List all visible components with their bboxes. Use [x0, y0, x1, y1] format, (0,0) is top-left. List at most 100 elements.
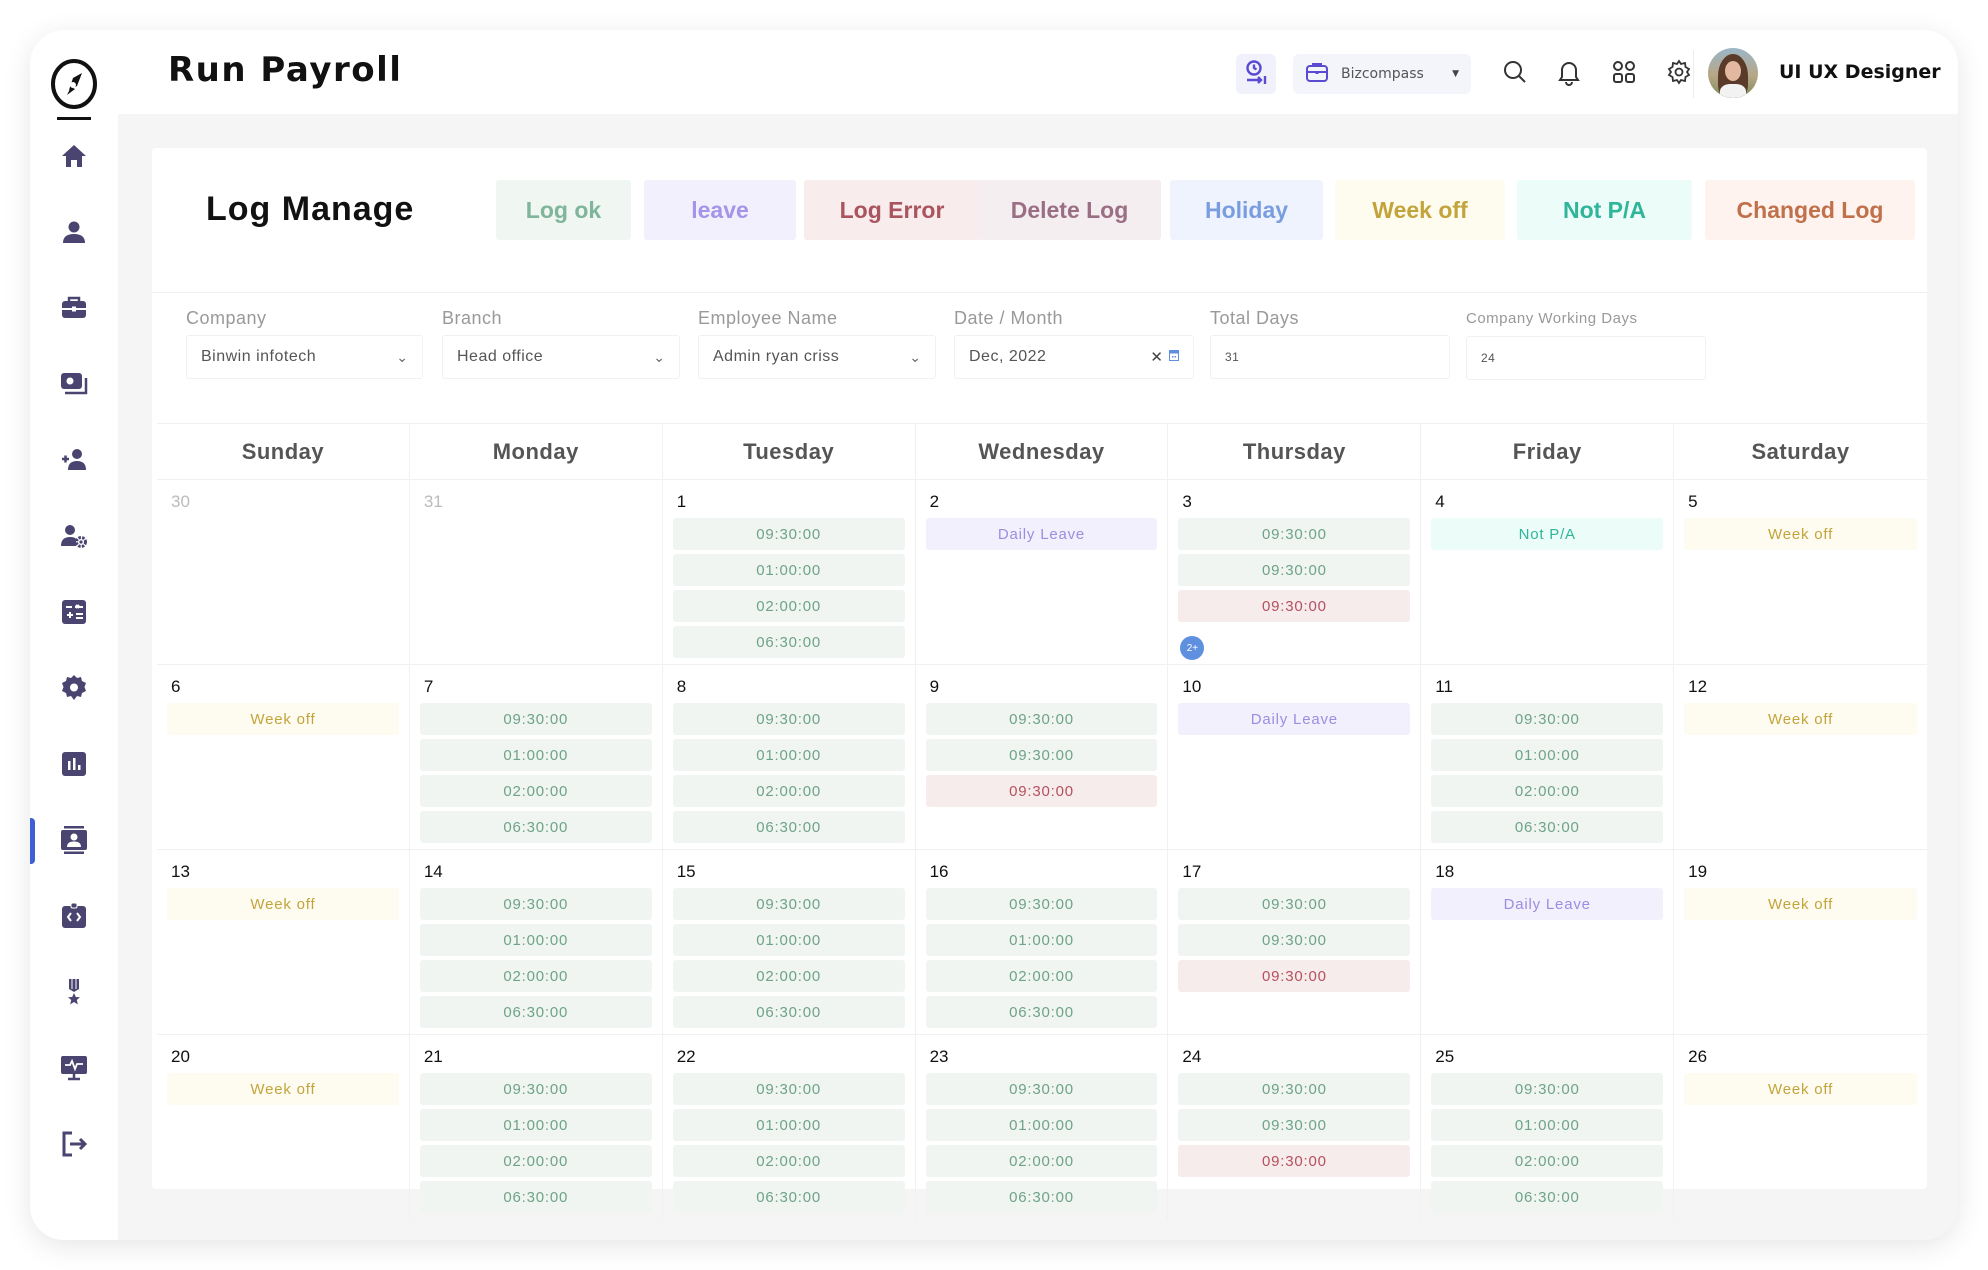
log-entry-ok[interactable]: 01:00:00 — [1431, 739, 1664, 771]
log-entry-ok[interactable]: 02:00:00 — [1431, 775, 1664, 807]
legend-holiday[interactable]: Holiday — [1170, 180, 1323, 240]
log-entry-ok[interactable]: 02:00:00 — [925, 1145, 1158, 1177]
calendar-day-cell[interactable]: 9 09:30:00 09:30:00 09:30:00 — [915, 665, 1169, 850]
sidebar-item-jobs[interactable] — [30, 280, 118, 340]
log-entry-ok[interactable]: 01:00:00 — [925, 924, 1158, 956]
sidebar-item-employee[interactable] — [30, 204, 118, 264]
sidebar-item-monitor[interactable] — [30, 1040, 118, 1100]
legend-log-ok[interactable]: Log ok — [496, 180, 631, 240]
log-entry-ok[interactable]: 02:00:00 — [672, 775, 905, 807]
log-entry-ok[interactable]: 09:30:00 — [925, 703, 1158, 735]
legend-delete-log[interactable]: Delete Log — [978, 180, 1161, 240]
clear-icon[interactable]: ✕ — [1150, 348, 1163, 366]
compass-logo-icon[interactable] — [48, 58, 100, 120]
employee-select[interactable]: Admin ryan criss ⌄ — [698, 335, 936, 379]
calendar-day-cell[interactable]: 2 Daily Leave — [915, 480, 1169, 665]
calendar-day-cell[interactable]: 1 09:30:00 01:00:00 02:00:00 06:30:00 — [662, 480, 916, 665]
legend-week-off[interactable]: Week off — [1335, 180, 1505, 240]
log-entry-ok[interactable]: 01:00:00 — [672, 1109, 905, 1141]
user-name[interactable]: UI UX Designer — [1779, 61, 1941, 83]
calendar-day-cell[interactable]: 17 09:30:00 09:30:00 09:30:00 — [1168, 850, 1422, 1035]
calendar-day-cell[interactable]: 8 09:30:00 01:00:00 02:00:00 06:30:00 — [662, 665, 916, 850]
calendar-icon[interactable] — [1169, 348, 1179, 366]
calendar-day-cell[interactable]: 15 09:30:00 01:00:00 02:00:00 06:30:00 — [662, 850, 916, 1035]
total-days-field[interactable]: 31 — [1210, 335, 1450, 379]
avatar[interactable] — [1708, 48, 1758, 98]
calendar-day-cell[interactable]: 24 09:30:00 09:30:00 09:30:00 — [1168, 1035, 1422, 1220]
legend-changed-log[interactable]: Changed Log — [1705, 180, 1915, 240]
working-days-field[interactable]: 24 — [1466, 336, 1706, 380]
log-entry-ok[interactable]: 02:00:00 — [1431, 1145, 1664, 1177]
log-entry-error[interactable]: 09:30:00 — [1178, 960, 1411, 992]
log-entry-ok[interactable]: 09:30:00 — [419, 888, 652, 920]
legend-log-error[interactable]: Log Error — [804, 180, 980, 240]
log-entry-ok[interactable]: 09:30:00 — [925, 1073, 1158, 1105]
week-off-entry[interactable]: Week off — [1684, 888, 1917, 920]
log-entry-ok[interactable]: 01:00:00 — [925, 1109, 1158, 1141]
log-entry-ok[interactable]: 06:30:00 — [672, 996, 905, 1028]
calendar-day-cell[interactable]: 20 Week off — [157, 1035, 410, 1220]
calendar-day-cell[interactable]: 10 Daily Leave — [1168, 665, 1422, 850]
week-off-entry[interactable]: Week off — [167, 703, 399, 735]
date-picker[interactable]: Dec, 2022 ✕ — [954, 335, 1194, 379]
calendar-day-cell[interactable]: 22 09:30:00 01:00:00 02:00:00 06:30:00 — [663, 1035, 916, 1220]
log-entry-ok[interactable]: 09:30:00 — [1431, 703, 1664, 735]
search-button[interactable] — [1499, 58, 1531, 90]
log-entry-ok[interactable]: 09:30:00 — [672, 1073, 905, 1105]
leave-entry[interactable]: Daily Leave — [925, 518, 1158, 550]
calendar-day-cell[interactable]: 19 Week off — [1674, 850, 1927, 1035]
log-entry-ok[interactable]: 06:30:00 — [672, 811, 905, 843]
not-pa-entry[interactable]: Not P/A — [1431, 518, 1664, 550]
log-entry-ok[interactable]: 09:30:00 — [672, 518, 905, 550]
log-entry-ok[interactable]: 02:00:00 — [672, 590, 905, 622]
log-entry-ok[interactable]: 01:00:00 — [1431, 1109, 1664, 1141]
log-entry-ok[interactable]: 09:30:00 — [925, 739, 1158, 771]
calendar-day-cell[interactable]: 31 — [409, 480, 663, 665]
log-entry-ok[interactable]: 09:30:00 — [1178, 1073, 1411, 1105]
calendar-day-cell[interactable]: 30 — [157, 480, 410, 665]
log-entry-ok[interactable]: 09:30:00 — [1178, 888, 1411, 920]
log-entry-ok[interactable]: 01:00:00 — [419, 739, 652, 771]
log-entry-ok[interactable]: 01:00:00 — [672, 739, 905, 771]
log-entry-ok[interactable]: 09:30:00 — [1178, 518, 1411, 550]
week-off-entry[interactable]: Week off — [1684, 703, 1917, 735]
log-entry-ok[interactable]: 01:00:00 — [419, 924, 652, 956]
log-entry-ok[interactable]: 01:00:00 — [672, 924, 905, 956]
week-off-entry[interactable]: Week off — [1684, 1073, 1917, 1105]
log-entry-ok[interactable]: 06:30:00 — [925, 996, 1158, 1028]
calendar-day-cell[interactable]: 16 09:30:00 01:00:00 02:00:00 06:30:00 — [915, 850, 1169, 1035]
legend-not-p-a[interactable]: Not P/A — [1517, 180, 1692, 240]
calendar-day-cell[interactable]: 3 09:30:00 09:30:00 09:30:00 2+ — [1168, 480, 1422, 665]
notifications-button[interactable] — [1553, 58, 1585, 90]
more-entries-badge[interactable]: 2+ — [1180, 636, 1205, 660]
sidebar-item-logout[interactable] — [30, 1116, 118, 1176]
branch-select[interactable]: Head office ⌄ — [442, 335, 680, 379]
sidebar-item-settings[interactable] — [30, 660, 118, 720]
log-entry-error[interactable]: 09:30:00 — [1178, 590, 1411, 622]
log-entry-ok[interactable]: 01:00:00 — [672, 554, 905, 586]
log-entry-ok[interactable]: 09:30:00 — [672, 703, 905, 735]
log-entry-ok[interactable]: 02:00:00 — [672, 1145, 905, 1177]
log-entry-ok[interactable]: 06:30:00 — [419, 811, 652, 843]
sidebar-item-awards[interactable] — [30, 964, 118, 1024]
calendar-day-cell[interactable]: 26 Week off — [1674, 1035, 1927, 1220]
calendar-day-cell[interactable]: 12 Week off — [1674, 665, 1927, 850]
log-entry-ok[interactable]: 09:30:00 — [1178, 924, 1411, 956]
leave-entry[interactable]: Daily Leave — [1178, 703, 1411, 735]
calendar-day-cell[interactable]: 14 09:30:00 01:00:00 02:00:00 06:30:00 — [409, 850, 663, 1035]
log-entry-ok[interactable]: 09:30:00 — [1178, 554, 1411, 586]
calendar-day-cell[interactable]: 7 09:30:00 01:00:00 02:00:00 06:30:00 — [409, 665, 663, 850]
legend-leave[interactable]: leave — [644, 180, 796, 240]
sidebar-item-home[interactable] — [30, 128, 118, 188]
log-entry-ok[interactable]: 06:30:00 — [925, 1181, 1158, 1213]
log-entry-ok[interactable]: 06:30:00 — [672, 1181, 905, 1213]
log-entry-ok[interactable]: 09:30:00 — [1178, 1109, 1411, 1141]
log-entry-ok[interactable]: 09:30:00 — [672, 888, 905, 920]
log-entry-ok[interactable]: 09:30:00 — [419, 1073, 652, 1105]
sidebar-item-developer[interactable] — [30, 888, 118, 948]
log-entry-ok[interactable]: 09:30:00 — [925, 888, 1158, 920]
week-off-entry[interactable]: Week off — [167, 888, 399, 920]
log-entry-ok[interactable]: 02:00:00 — [419, 775, 652, 807]
log-entry-ok[interactable]: 09:30:00 — [419, 703, 652, 735]
sidebar-item-user-settings[interactable] — [30, 508, 118, 568]
